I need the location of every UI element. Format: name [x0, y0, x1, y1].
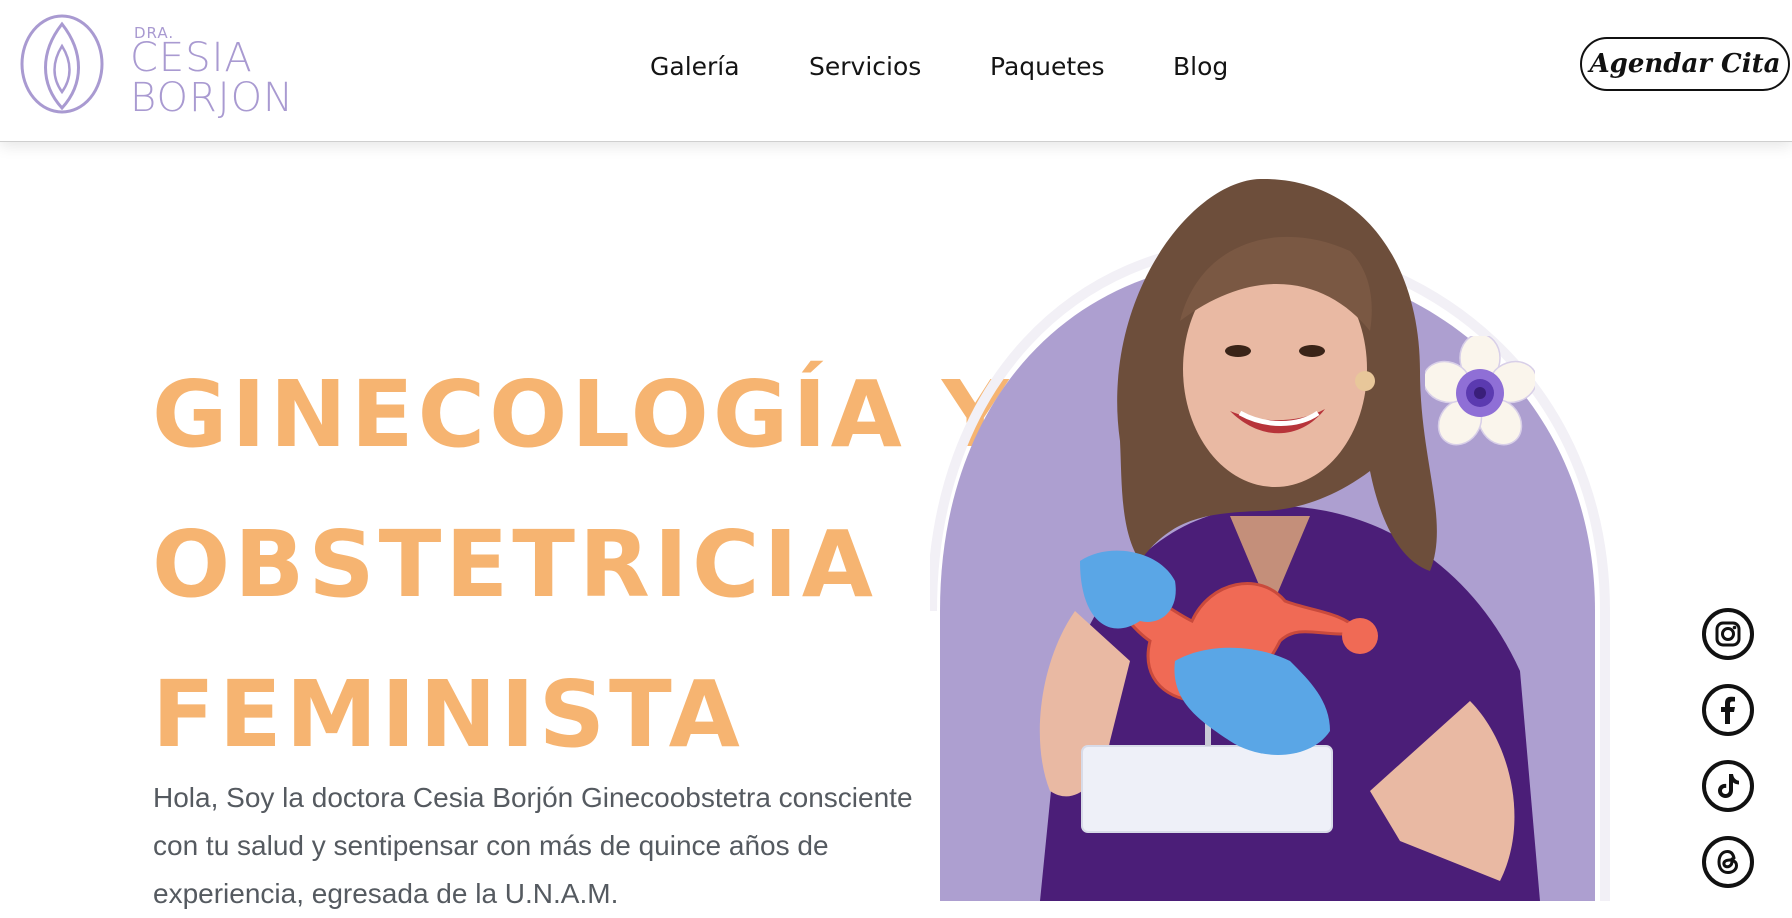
threads-link[interactable]	[1702, 836, 1754, 888]
doctor-portrait-image	[930, 141, 1630, 901]
facebook-link[interactable]	[1702, 684, 1754, 736]
nav-blog[interactable]: Blog	[1173, 52, 1228, 81]
threads-icon	[1717, 849, 1739, 875]
agendar-cita-button[interactable]: Agendar Cita	[1580, 37, 1790, 91]
nav-paquetes[interactable]: Paquetes	[990, 52, 1105, 81]
nav-servicios[interactable]: Servicios	[809, 52, 921, 81]
site-header: DRA. CESIA BORJON Galería Servicios Paqu…	[0, 0, 1792, 142]
nav-galeria[interactable]: Galería	[650, 52, 740, 81]
facebook-icon	[1721, 696, 1735, 724]
hero-intro-text: Hola, Soy la doctora Cesia Borjón Gineco…	[153, 782, 913, 909]
main-nav: Galería Servicios Paquetes Blog	[0, 48, 1792, 88]
flower-decoration-icon	[1425, 336, 1535, 446]
hero-title-line-1: GINECOLOGÍA Y	[152, 361, 1013, 468]
instagram-link[interactable]	[1702, 608, 1754, 660]
instagram-icon	[1715, 621, 1741, 647]
hero-title: GINECOLOGÍA Y OBSTETRICIA FEMINISTA	[152, 340, 1013, 790]
tiktok-icon	[1718, 774, 1739, 798]
hero-title-line-2: OBSTETRICIA	[152, 511, 877, 618]
tiktok-link[interactable]	[1702, 760, 1754, 812]
hero-title-line-3: FEMINISTA	[152, 661, 744, 768]
